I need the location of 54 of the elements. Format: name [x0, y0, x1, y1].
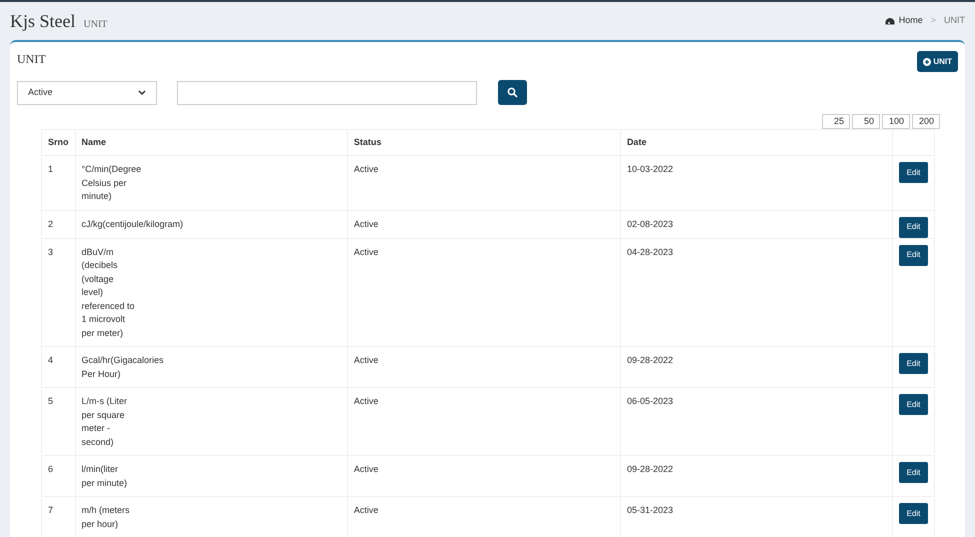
column-header: Name	[75, 130, 348, 156]
search-button[interactable]	[498, 80, 527, 105]
table-cell: 06-05-2023	[620, 388, 892, 456]
column-header: Srno	[42, 130, 76, 156]
table-cell: 3	[42, 238, 76, 346]
breadcrumb-link[interactable]: Home	[898, 14, 923, 28]
page-size-button[interactable]: 50	[852, 114, 880, 129]
breadcrumb-separator: >	[930, 14, 937, 28]
card-title: UNIT	[17, 51, 46, 68]
breadcrumb-link[interactable]: UNIT	[944, 14, 965, 28]
table-cell: Active	[347, 156, 620, 210]
page-size-button[interactable]: 25	[822, 114, 850, 129]
table-cell: 4	[42, 346, 76, 388]
edit-button[interactable]: Edit	[899, 216, 928, 238]
table-cell: Active	[347, 346, 620, 388]
edit-button[interactable]: Edit	[899, 353, 928, 374]
page-size-button[interactable]: 200	[912, 114, 940, 129]
table-cell: 09-28-2022	[620, 456, 892, 496]
table-cell: 04-28-2023	[620, 238, 892, 346]
edit-button[interactable]: Edit	[899, 394, 928, 415]
status-dropdown[interactable]: Active	[17, 80, 157, 104]
edit-button[interactable]: Edit	[899, 462, 928, 483]
column-header: Date	[620, 130, 892, 156]
search-icon	[507, 87, 518, 98]
table-cell: 1	[42, 156, 76, 210]
table-cell: °C/min(Degree Celsius per minute)	[75, 156, 348, 210]
table-cell: 02-08-2023	[620, 210, 892, 238]
plus-icon	[923, 58, 932, 66]
edit-button[interactable]: Edit	[899, 244, 928, 266]
edit-button[interactable]: Edit	[899, 503, 928, 524]
column-header: Status	[347, 130, 620, 156]
add-unit-button[interactable]: UNIT	[917, 51, 958, 72]
search-field[interactable]	[177, 80, 477, 104]
table-cell: cJ/kg(centijoule/kilogram)	[75, 210, 348, 238]
dashboard-icon	[884, 16, 895, 26]
chevron-down-icon	[138, 90, 146, 96]
table-cell: 10-03-2022	[620, 156, 892, 210]
page-subtitle: UNIT	[84, 18, 108, 32]
table-cell: Active	[347, 456, 620, 496]
table-cell: 09-28-2022	[620, 346, 892, 388]
table-cell: 6	[42, 456, 76, 496]
table-cell: 2	[42, 210, 76, 238]
table-cell: l/min(liter per minute)	[75, 456, 348, 496]
brand-title: Kjs Steel	[10, 10, 76, 33]
table-cell: Active	[347, 210, 620, 238]
page-size-button[interactable]: 100	[882, 114, 910, 129]
table-cell: 5	[42, 388, 76, 456]
table-cell: Active	[347, 388, 620, 456]
table-cell: 7	[42, 496, 76, 537]
table-cell: dBuV/m (decibels (voltage level) referenced to 1 microvolt per meter)	[75, 238, 348, 346]
table-cell: L/m-s (Liter per square meter - second)	[75, 388, 348, 456]
table-cell: Active	[347, 238, 620, 346]
edit-button[interactable]: Edit	[899, 162, 928, 183]
table-cell: Gcal/hr(Gigacalories Per Hour)	[75, 346, 348, 388]
